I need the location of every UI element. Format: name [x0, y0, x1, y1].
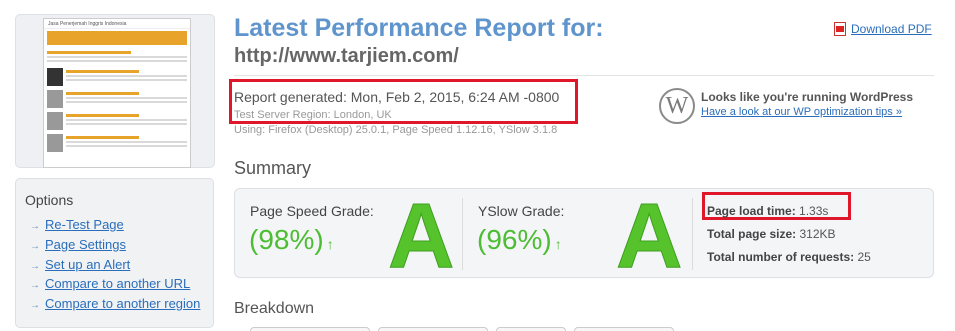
thumbnail-post [47, 134, 187, 152]
site-thumbnail-panel: Jasa Penerjemah Inggris Indonesia [15, 14, 215, 168]
yslow-grade-value: (96%) ↑ [477, 224, 562, 256]
yslow-grade-letter: A [615, 185, 683, 287]
pagespeed-percent: (98%) [249, 224, 324, 255]
breakdown-tab[interactable] [378, 327, 488, 331]
options-heading: Options [25, 192, 74, 208]
header-divider [234, 75, 934, 76]
using-text: Using: Firefox (Desktop) 25.0.1, Page Sp… [234, 124, 558, 136]
requests-value: 25 [857, 250, 871, 264]
yslow-percent: (96%) [477, 224, 552, 255]
breakdown-tab[interactable] [250, 327, 370, 331]
page-size-value: 312KB [799, 227, 836, 241]
breakdown-heading: Breakdown [234, 300, 315, 317]
load-time-label: Page load time: [707, 204, 796, 218]
download-pdf[interactable]: Download PDF [834, 22, 932, 36]
page-size-label: Total page size: [707, 227, 797, 241]
bullet-arrow-icon: → [30, 280, 40, 292]
pagespeed-grade-label: Page Speed Grade: [250, 203, 374, 219]
wp-optimization-link[interactable]: Have a look at our WP optimization tips … [701, 106, 902, 118]
yslow-grade-label: YSlow Grade: [478, 203, 565, 219]
option-compare-url: → Compare to another URL [30, 274, 213, 294]
option-alert: → Set up an Alert [30, 255, 213, 275]
wordpress-notice: Looks like you're running WordPress [701, 90, 914, 104]
option-page-settings: → Page Settings [30, 235, 213, 255]
option-compare-region: → Compare to another region [30, 294, 213, 314]
pdf-icon [834, 22, 846, 36]
report-url: http://www.tarjiem.com/ [234, 45, 459, 67]
thumbnail-post [47, 49, 187, 64]
report-title: Latest Performance Report for: [234, 14, 604, 42]
total-page-size: Total page size: 312KB [707, 227, 836, 241]
thumbnail-site-title: Jasa Penerjemah Inggris Indonesia [44, 19, 190, 29]
total-requests: Total number of requests: 25 [707, 250, 871, 264]
thumbnail-post [47, 112, 187, 130]
retest-link[interactable]: Re-Test Page [45, 217, 124, 232]
compare-url-link[interactable]: Compare to another URL [45, 276, 190, 291]
bullet-arrow-icon: → [30, 260, 40, 272]
page-settings-link[interactable]: Page Settings [45, 237, 126, 252]
grade-divider [462, 198, 463, 270]
setup-alert-link[interactable]: Set up an Alert [45, 257, 130, 272]
summary-heading: Summary [234, 158, 312, 178]
trend-up-icon: ↑ [326, 236, 334, 252]
page-load-time: Page load time: 1.33s [707, 204, 828, 218]
bullet-arrow-icon: → [30, 300, 40, 312]
wordpress-logo-icon [659, 88, 695, 124]
thumbnail-nav-bar [47, 31, 187, 45]
option-retest: → Re-Test Page [30, 215, 213, 235]
report-generated-text: Report generated: Mon, Feb 2, 2015, 6:24… [234, 89, 560, 105]
pagespeed-grade-letter: A [387, 185, 455, 287]
download-pdf-link[interactable]: Download PDF [851, 22, 932, 36]
thumbnail-post [47, 68, 187, 86]
load-time-value: 1.33s [799, 204, 829, 218]
thumbnail-post [47, 90, 187, 108]
stats-divider [692, 198, 693, 270]
site-screenshot-thumbnail[interactable]: Jasa Penerjemah Inggris Indonesia [43, 18, 191, 168]
options-list: → Re-Test Page → Page Settings → Set up an … [30, 215, 213, 314]
bullet-arrow-icon: → [30, 240, 40, 252]
breakdown-tab[interactable] [574, 327, 674, 331]
server-region-text: Test Server Region: London, UK [234, 109, 392, 121]
bullet-arrow-icon: → [30, 221, 40, 232]
trend-up-icon: ↑ [554, 236, 562, 252]
pagespeed-grade-value: (98%) ↑ [249, 224, 334, 256]
options-panel: Options → Re-Test Page → Page Settings → Se… [15, 178, 214, 328]
requests-label: Total number of requests: [707, 250, 855, 264]
breakdown-tab[interactable] [496, 327, 566, 331]
compare-region-link[interactable]: Compare to another region [45, 296, 200, 311]
